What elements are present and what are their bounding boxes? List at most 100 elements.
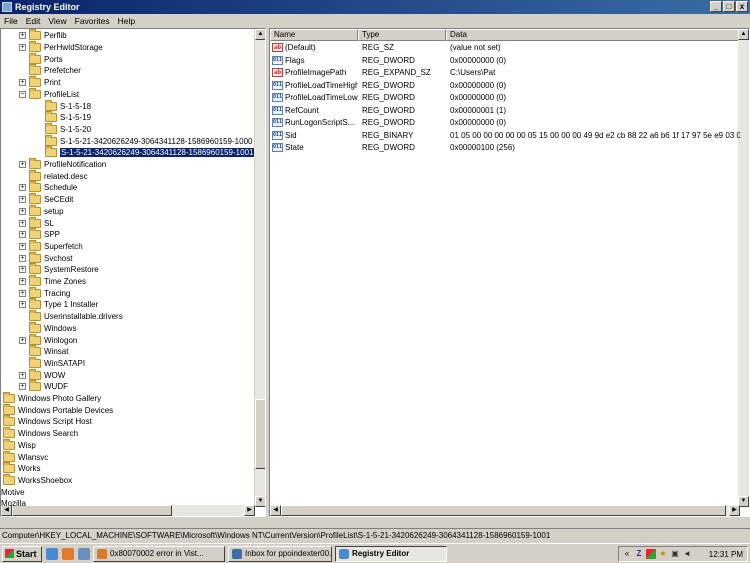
tree-item[interactable]: + ProfileNotification [19,158,106,171]
value-row[interactable]: 011 State REG_DWORD 0x00000100 (256) [270,142,740,155]
tree-item[interactable]: Ports [19,52,63,65]
tree-item[interactable]: S-1-5-21-3420626249-3064341128-158696015… [35,134,252,147]
maximize-button[interactable]: □ [723,1,735,12]
scroll-up-arrow-icon[interactable]: ▲ [738,29,749,40]
list-horizontal-scrollbar[interactable]: ◀ ▶ [270,505,740,516]
scroll-right-arrow-icon[interactable]: ▶ [244,505,255,516]
tree-item[interactable]: + SL [19,216,54,229]
tree-item[interactable]: WorksShoebox [3,473,72,487]
expand-icon[interactable]: + [19,32,26,40]
minimize-button[interactable]: _ [710,1,722,12]
tree-item[interactable]: Mozilla [1,498,26,510]
tree-item[interactable]: S-1-5-18 [35,99,91,112]
value-row[interactable]: ab (Default) REG_SZ (value not set) [270,42,740,55]
tree-item[interactable]: + Svchost [19,251,72,264]
tree-item[interactable]: + Schedule [19,181,77,194]
tree-scroll-thumb[interactable] [255,399,265,469]
tree-item[interactable]: − ProfileList [19,87,79,101]
tree-item[interactable]: Prefetcher [19,64,81,77]
tree-item[interactable]: + Time Zones [19,275,86,288]
scroll-up-arrow-icon[interactable]: ▲ [255,29,265,40]
tree-item[interactable]: related.desc [19,169,88,182]
tree-item[interactable]: + setup [19,204,64,218]
scroll-left-arrow-icon[interactable]: ◀ [270,505,281,516]
security-icon[interactable] [646,549,656,559]
tree-item[interactable]: Wlansvc [3,450,48,463]
menu-help[interactable]: Help [114,16,139,26]
registry-tree[interactable]: ▲ ▼ ◀ ▶ + Perflib + PerHwIdStorage Ports Pref… [0,28,266,517]
value-row[interactable]: 011 RunLogonScriptS... REG_DWORD 0x00000000… [270,117,740,130]
start-button[interactable]: Start [2,545,42,562]
tree-item[interactable]: Windows [19,321,76,335]
tree-item[interactable]: + SeCEdit [19,193,73,206]
tree-item[interactable]: S-1-5-19 [35,111,91,124]
tree-item[interactable]: S-1-5-20 [35,122,91,136]
tree-vertical-scrollbar[interactable]: ▲ ▼ [254,29,265,507]
tree-item[interactable]: + Winlogon [19,333,77,346]
tree-item[interactable]: + Print [19,76,60,89]
tree-item[interactable]: Userinstallable.drivers [19,310,123,323]
scroll-down-arrow-icon[interactable]: ▼ [255,496,265,507]
star-icon[interactable]: ★ [658,549,668,559]
tree-item[interactable]: Works [3,462,41,475]
expand-icon[interactable]: + [19,266,26,274]
taskbar-button[interactable]: Registry Editor [335,545,447,562]
tree-item[interactable]: WinSATAPI [19,356,85,370]
volume-icon[interactable]: ◄ [682,549,692,559]
network-icon[interactable]: ▣ [670,549,680,559]
menu-view[interactable]: View [44,16,70,26]
taskbar-button[interactable]: Inbox for ppoindexter00... [228,545,332,562]
chevron-left-icon[interactable]: « [622,549,632,559]
menu-edit[interactable]: Edit [22,16,45,26]
expand-icon[interactable]: + [19,254,26,262]
mail-quicklaunch-icon[interactable] [78,547,90,560]
value-row[interactable]: ab ProfileImagePath REG_EXPAND_SZ C:\Users\… [270,67,740,80]
tree-item[interactable]: + PerHwIdStorage [19,41,103,54]
expand-icon[interactable]: + [19,383,26,391]
tree-item[interactable]: Windows Portable Devices [3,403,113,416]
menu-favorites[interactable]: Favorites [71,16,114,26]
tree-hscroll-thumb[interactable] [12,505,172,516]
clock[interactable]: 12:31 PM [709,550,743,559]
expand-icon[interactable]: + [19,207,26,215]
tree-item[interactable]: + Type 1 Installer [19,298,98,311]
expand-icon[interactable]: + [19,289,26,297]
tree-item[interactable]: + SystemRestore [19,263,99,276]
column-header-type[interactable]: Type [358,29,446,41]
column-header-name[interactable]: Name [270,29,358,41]
tree-item[interactable]: Winsat [19,345,68,358]
expand-icon[interactable]: + [19,161,26,169]
list-hscroll-thumb[interactable] [281,505,726,516]
menu-file[interactable]: File [0,16,22,26]
tree-item[interactable]: Motive [1,486,25,498]
expand-icon[interactable]: + [19,278,26,286]
firefox-quicklaunch-icon[interactable] [62,547,74,560]
tree-item[interactable]: + Superfetch [19,239,83,253]
tree-horizontal-scrollbar[interactable]: ◀ ▶ [1,505,255,516]
expand-icon[interactable]: + [19,79,26,87]
expand-icon[interactable]: + [19,196,26,204]
tree-item[interactable]: S-1-5-21-3420626249-3064341128-158696015… [35,146,256,159]
expand-icon[interactable]: + [19,44,26,52]
expand-icon[interactable]: + [19,336,26,344]
value-row[interactable]: 011 Sid REG_BINARY 01 05 00 00 00 00 00 05 … [270,130,740,143]
tree-item[interactable]: Wisp [3,438,36,452]
scroll-right-arrow-icon[interactable]: ▶ [729,505,740,516]
tree-item[interactable]: Windows Search [3,427,78,440]
expand-icon[interactable]: + [19,184,26,192]
expand-icon[interactable]: + [19,219,26,227]
tree-item[interactable]: + WUDF [19,380,68,393]
expand-icon[interactable]: + [19,301,26,309]
tree-item[interactable]: + WOW [19,368,65,381]
tray-z-icon[interactable]: Z [634,549,644,559]
taskbar-button[interactable]: 0x80070002 error in Vist... [93,545,225,562]
tree-item[interactable]: Windows Script Host [3,415,92,428]
values-list[interactable]: Name Type Data ▲ ▼ ◀ ▶ ab (Default) REG_SZ… [269,28,750,517]
collapse-icon[interactable]: − [19,90,26,98]
value-row[interactable]: 011 ProfileLoadTimeLow REG_DWORD 0x00000000… [270,92,740,105]
browser-quicklaunch-icon[interactable] [46,547,58,560]
value-row[interactable]: 011 ProfileLoadTimeHigh REG_DWORD 0x0000000… [270,80,740,93]
tree-item[interactable]: Windows Photo Gallery [3,392,101,405]
column-header-data[interactable]: Data [446,29,749,41]
close-button[interactable]: x [736,1,748,12]
